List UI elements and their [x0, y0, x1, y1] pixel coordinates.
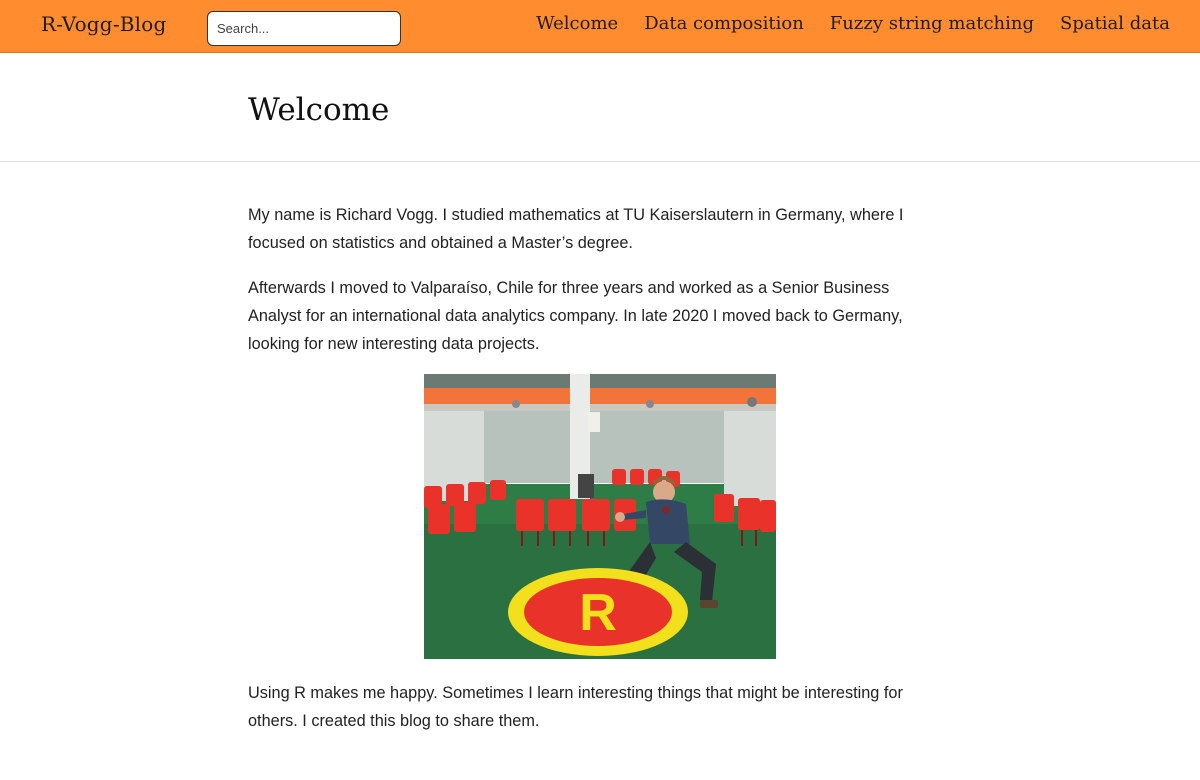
nav-link-welcome[interactable]: Welcome [536, 13, 618, 34]
blog-purpose-paragraph: Using R makes me happy. Sometimes I lear… [248, 684, 903, 730]
title-block: Welcome [0, 54, 1200, 162]
photo-r-letter: R [579, 584, 617, 642]
page-title: Welcome [248, 92, 390, 128]
career-paragraph: Afterwards I moved to Valparaíso, Chile … [248, 279, 903, 353]
main-content: My name is Richard Vogg. I studied mathe… [248, 201, 938, 752]
navbar: R-Vogg-Blog Welcome Data composition Fuz… [0, 0, 1200, 53]
intro-paragraph: My name is Richard Vogg. I studied mathe… [248, 206, 904, 252]
nav-link-data-composition[interactable]: Data composition [644, 13, 804, 34]
nav-link-spatial-data[interactable]: Spatial data [1060, 13, 1170, 34]
nav-menu: Welcome Data composition Fuzzy string ma… [536, 13, 1170, 34]
photo-roof [424, 388, 776, 404]
search-input[interactable] [207, 11, 401, 46]
brand-link[interactable]: R-Vogg-Blog [41, 12, 167, 36]
profile-photo: R [424, 374, 776, 659]
photo-container: R [248, 374, 952, 659]
nav-link-fuzzy-string-matching[interactable]: Fuzzy string matching [830, 13, 1034, 34]
